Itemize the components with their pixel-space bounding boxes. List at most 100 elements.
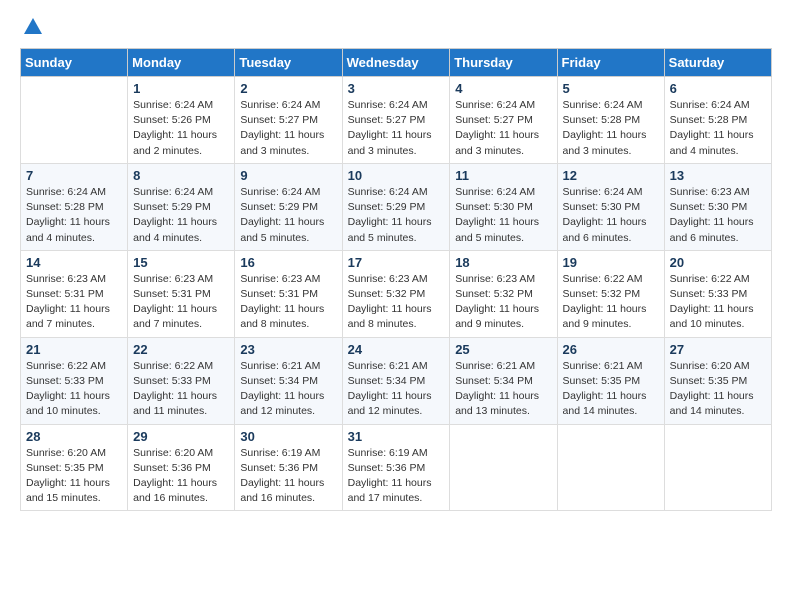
day-info: Sunrise: 6:24 AMSunset: 5:26 PMDaylight:…: [133, 98, 229, 159]
day-header-monday: Monday: [128, 49, 235, 77]
day-number: 2: [240, 81, 336, 96]
calendar-cell: 27 Sunrise: 6:20 AMSunset: 5:35 PMDayligh…: [664, 337, 771, 424]
calendar-cell: 1 Sunrise: 6:24 AMSunset: 5:26 PMDaylight…: [128, 77, 235, 164]
day-number: 27: [670, 342, 766, 357]
calendar-cell: 2 Sunrise: 6:24 AMSunset: 5:27 PMDaylight…: [235, 77, 342, 164]
calendar-cell: 17 Sunrise: 6:23 AMSunset: 5:32 PMDayligh…: [342, 250, 450, 337]
calendar-cell: 18 Sunrise: 6:23 AMSunset: 5:32 PMDayligh…: [450, 250, 557, 337]
calendar-week-row: 7 Sunrise: 6:24 AMSunset: 5:28 PMDaylight…: [21, 163, 772, 250]
day-number: 28: [26, 429, 122, 444]
day-info: Sunrise: 6:19 AMSunset: 5:36 PMDaylight:…: [240, 446, 336, 507]
day-info: Sunrise: 6:24 AMSunset: 5:29 PMDaylight:…: [240, 185, 336, 246]
calendar-cell: [450, 424, 557, 511]
day-info: Sunrise: 6:24 AMSunset: 5:27 PMDaylight:…: [455, 98, 551, 159]
day-info: Sunrise: 6:24 AMSunset: 5:29 PMDaylight:…: [133, 185, 229, 246]
day-info: Sunrise: 6:21 AMSunset: 5:34 PMDaylight:…: [240, 359, 336, 420]
calendar-cell: 4 Sunrise: 6:24 AMSunset: 5:27 PMDaylight…: [450, 77, 557, 164]
calendar-cell: 3Sunrise: 6:24 AMSunset: 5:27 PMDaylight…: [342, 77, 450, 164]
calendar-week-row: 1 Sunrise: 6:24 AMSunset: 5:26 PMDaylight…: [21, 77, 772, 164]
logo: [20, 20, 44, 38]
calendar-cell: 11 Sunrise: 6:24 AMSunset: 5:30 PMDayligh…: [450, 163, 557, 250]
day-number: 5: [563, 81, 659, 96]
calendar-cell: 22Sunrise: 6:22 AMSunset: 5:33 PMDayligh…: [128, 337, 235, 424]
day-number: 22: [133, 342, 229, 357]
calendar-cell: 15Sunrise: 6:23 AMSunset: 5:31 PMDayligh…: [128, 250, 235, 337]
day-number: 24: [348, 342, 445, 357]
day-header-tuesday: Tuesday: [235, 49, 342, 77]
calendar-cell: [21, 77, 128, 164]
day-number: 18: [455, 255, 551, 270]
calendar-table: SundayMondayTuesdayWednesdayThursdayFrid…: [20, 48, 772, 511]
day-number: 4: [455, 81, 551, 96]
calendar-week-row: 14 Sunrise: 6:23 AMSunset: 5:31 PMDayligh…: [21, 250, 772, 337]
calendar-cell: 19 Sunrise: 6:22 AMSunset: 5:32 PMDayligh…: [557, 250, 664, 337]
day-number: 23: [240, 342, 336, 357]
calendar-cell: 24 Sunrise: 6:21 AMSunset: 5:34 PMDayligh…: [342, 337, 450, 424]
day-info: Sunrise: 6:24 AMSunset: 5:30 PMDaylight:…: [455, 185, 551, 246]
calendar-cell: 26 Sunrise: 6:21 AMSunset: 5:35 PMDayligh…: [557, 337, 664, 424]
calendar-cell: 13 Sunrise: 6:23 AMSunset: 5:30 PMDayligh…: [664, 163, 771, 250]
logo-icon: [22, 16, 44, 38]
calendar-week-row: 21 Sunrise: 6:22 AMSunset: 5:33 PMDayligh…: [21, 337, 772, 424]
day-header-saturday: Saturday: [664, 49, 771, 77]
day-info: Sunrise: 6:21 AMSunset: 5:34 PMDaylight:…: [455, 359, 551, 420]
calendar-cell: 29Sunrise: 6:20 AMSunset: 5:36 PMDayligh…: [128, 424, 235, 511]
day-number: 19: [563, 255, 659, 270]
day-info: Sunrise: 6:22 AMSunset: 5:33 PMDaylight:…: [26, 359, 122, 420]
calendar-cell: [557, 424, 664, 511]
day-info: Sunrise: 6:24 AMSunset: 5:29 PMDaylight:…: [348, 185, 445, 246]
day-number: 9: [240, 168, 336, 183]
day-info: Sunrise: 6:23 AMSunset: 5:31 PMDaylight:…: [240, 272, 336, 333]
day-number: 16: [240, 255, 336, 270]
calendar-week-row: 28 Sunrise: 6:20 AMSunset: 5:35 PMDayligh…: [21, 424, 772, 511]
day-number: 11: [455, 168, 551, 183]
day-number: 14: [26, 255, 122, 270]
calendar-cell: 7 Sunrise: 6:24 AMSunset: 5:28 PMDaylight…: [21, 163, 128, 250]
day-number: 13: [670, 168, 766, 183]
calendar-cell: 30 Sunrise: 6:19 AMSunset: 5:36 PMDayligh…: [235, 424, 342, 511]
day-header-wednesday: Wednesday: [342, 49, 450, 77]
day-info: Sunrise: 6:23 AMSunset: 5:31 PMDaylight:…: [133, 272, 229, 333]
calendar-cell: 23 Sunrise: 6:21 AMSunset: 5:34 PMDayligh…: [235, 337, 342, 424]
calendar-cell: 25Sunrise: 6:21 AMSunset: 5:34 PMDayligh…: [450, 337, 557, 424]
day-header-thursday: Thursday: [450, 49, 557, 77]
calendar-cell: 21 Sunrise: 6:22 AMSunset: 5:33 PMDayligh…: [21, 337, 128, 424]
day-info: Sunrise: 6:21 AMSunset: 5:34 PMDaylight:…: [348, 359, 445, 420]
day-info: Sunrise: 6:20 AMSunset: 5:35 PMDaylight:…: [670, 359, 766, 420]
day-number: 7: [26, 168, 122, 183]
day-number: 21: [26, 342, 122, 357]
day-info: Sunrise: 6:24 AMSunset: 5:27 PMDaylight:…: [240, 98, 336, 159]
calendar-cell: 9 Sunrise: 6:24 AMSunset: 5:29 PMDaylight…: [235, 163, 342, 250]
calendar-cell: 20 Sunrise: 6:22 AMSunset: 5:33 PMDayligh…: [664, 250, 771, 337]
day-info: Sunrise: 6:22 AMSunset: 5:32 PMDaylight:…: [563, 272, 659, 333]
calendar-cell: 6 Sunrise: 6:24 AMSunset: 5:28 PMDaylight…: [664, 77, 771, 164]
calendar-cell: 10 Sunrise: 6:24 AMSunset: 5:29 PMDayligh…: [342, 163, 450, 250]
day-number: 30: [240, 429, 336, 444]
day-info: Sunrise: 6:24 AMSunset: 5:28 PMDaylight:…: [26, 185, 122, 246]
day-number: 12: [563, 168, 659, 183]
day-number: 20: [670, 255, 766, 270]
calendar-header-row: SundayMondayTuesdayWednesdayThursdayFrid…: [21, 49, 772, 77]
day-number: 8: [133, 168, 229, 183]
calendar-body: 1 Sunrise: 6:24 AMSunset: 5:26 PMDaylight…: [21, 77, 772, 511]
header: [20, 20, 772, 38]
calendar-cell: 5Sunrise: 6:24 AMSunset: 5:28 PMDaylight…: [557, 77, 664, 164]
calendar-cell: 8 Sunrise: 6:24 AMSunset: 5:29 PMDaylight…: [128, 163, 235, 250]
day-number: 1: [133, 81, 229, 96]
calendar-cell: 28 Sunrise: 6:20 AMSunset: 5:35 PMDayligh…: [21, 424, 128, 511]
day-info: Sunrise: 6:22 AMSunset: 5:33 PMDaylight:…: [670, 272, 766, 333]
day-info: Sunrise: 6:20 AMSunset: 5:35 PMDaylight:…: [26, 446, 122, 507]
day-number: 6: [670, 81, 766, 96]
day-number: 10: [348, 168, 445, 183]
day-info: Sunrise: 6:23 AMSunset: 5:32 PMDaylight:…: [455, 272, 551, 333]
day-header-sunday: Sunday: [21, 49, 128, 77]
day-info: Sunrise: 6:19 AMSunset: 5:36 PMDaylight:…: [348, 446, 445, 507]
day-info: Sunrise: 6:23 AMSunset: 5:32 PMDaylight:…: [348, 272, 445, 333]
day-number: 17: [348, 255, 445, 270]
day-info: Sunrise: 6:23 AMSunset: 5:30 PMDaylight:…: [670, 185, 766, 246]
day-number: 26: [563, 342, 659, 357]
day-info: Sunrise: 6:24 AMSunset: 5:28 PMDaylight:…: [670, 98, 766, 159]
day-info: Sunrise: 6:21 AMSunset: 5:35 PMDaylight:…: [563, 359, 659, 420]
calendar-cell: [664, 424, 771, 511]
day-info: Sunrise: 6:23 AMSunset: 5:31 PMDaylight:…: [26, 272, 122, 333]
